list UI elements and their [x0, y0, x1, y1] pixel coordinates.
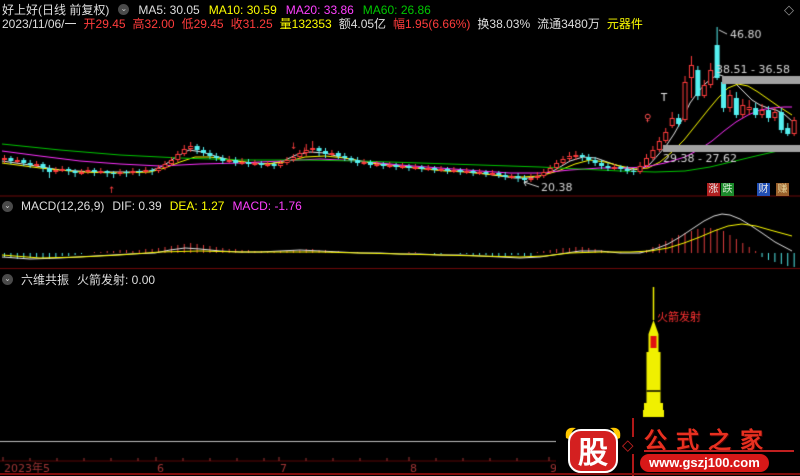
macd-title: MACD(12,26,9): [21, 199, 105, 213]
bull-stock-icon: 股: [565, 427, 621, 473]
dif-value: DIF: 0.39: [112, 199, 162, 213]
ohlc-bar: 2023/11/06/一 开29.45 高32.00 低29.45 收31.25…: [2, 15, 643, 32]
tag-earn-button[interactable]: 赚: [776, 183, 789, 196]
tag-rise-button[interactable]: 涨: [707, 183, 720, 196]
volume-value: 量132353: [279, 17, 332, 31]
bottom-border: [0, 473, 800, 475]
high-value: 高32.00: [132, 17, 175, 31]
stock-app-window: 好上好(日线 前复权) ⌄ MA5: 30.05 MA10: 30.59 MA2…: [0, 0, 800, 476]
logo-url[interactable]: www.gszj100.com: [640, 454, 769, 472]
gszj-logo: 股 ◇ 公式之家 www.gszj100.com: [556, 418, 800, 476]
macd-value: MACD: -1.76: [232, 199, 302, 213]
macd-header: ⌄ MACD(12,26,9) DIF: 0.39 DEA: 1.27 MACD…: [2, 199, 302, 213]
amount-value: 额4.05亿: [338, 17, 387, 31]
close-value: 收31.25: [230, 17, 273, 31]
dea-value: DEA: 1.27: [169, 199, 225, 213]
trade-date: 2023/11/06/一: [2, 17, 77, 31]
tag-wealth-button[interactable]: 财: [757, 183, 770, 196]
change-value: 幅1.95(6.66%): [393, 17, 471, 31]
chevron-down-icon[interactable]: ⌄: [2, 200, 13, 212]
indicator-title: 六维共振: [21, 273, 70, 287]
tag-fall-button[interactable]: 跌: [721, 183, 734, 196]
chart-canvas[interactable]: [0, 0, 800, 476]
rocket-launch-value: 火箭发射: 0.00: [77, 273, 156, 287]
signal-header: ⌄ 六维共振 火箭发射: 0.00: [2, 271, 155, 288]
float-shares-value: 流通3480万: [537, 17, 600, 31]
low-value: 低29.45: [181, 17, 224, 31]
chevron-down-icon[interactable]: ⌄: [118, 4, 130, 15]
diamond-icon[interactable]: ◇: [784, 2, 794, 18]
logo-char: 股: [578, 437, 608, 470]
chevron-down-icon[interactable]: ⌄: [2, 274, 13, 285]
logo-underline: [644, 450, 794, 452]
open-value: 开29.45: [83, 17, 126, 31]
turnover-value: 换38.03%: [477, 17, 531, 31]
logo-diamond-icon: ◇: [622, 437, 634, 454]
sector-label[interactable]: 元器件: [607, 15, 643, 32]
